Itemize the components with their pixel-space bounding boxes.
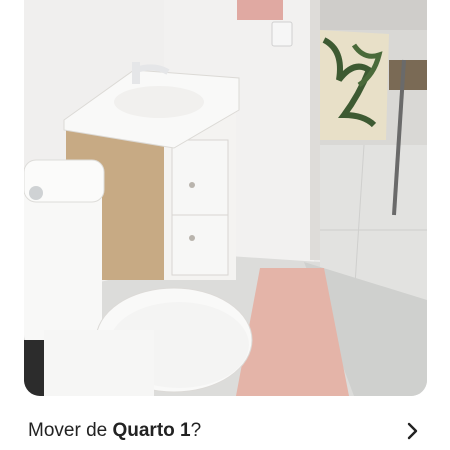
move-prefix: Mover de	[28, 420, 113, 441]
room-name: Quarto 1	[112, 420, 191, 441]
move-room-row[interactable]: Mover de Quarto 1?	[0, 412, 450, 450]
chevron-right-icon[interactable]	[404, 421, 422, 441]
listing-photo[interactable]	[24, 0, 427, 396]
move-suffix: ?	[190, 420, 202, 441]
move-room-label: Mover de Quarto 1?	[28, 420, 201, 442]
bathroom-photo-illustration	[24, 0, 427, 396]
